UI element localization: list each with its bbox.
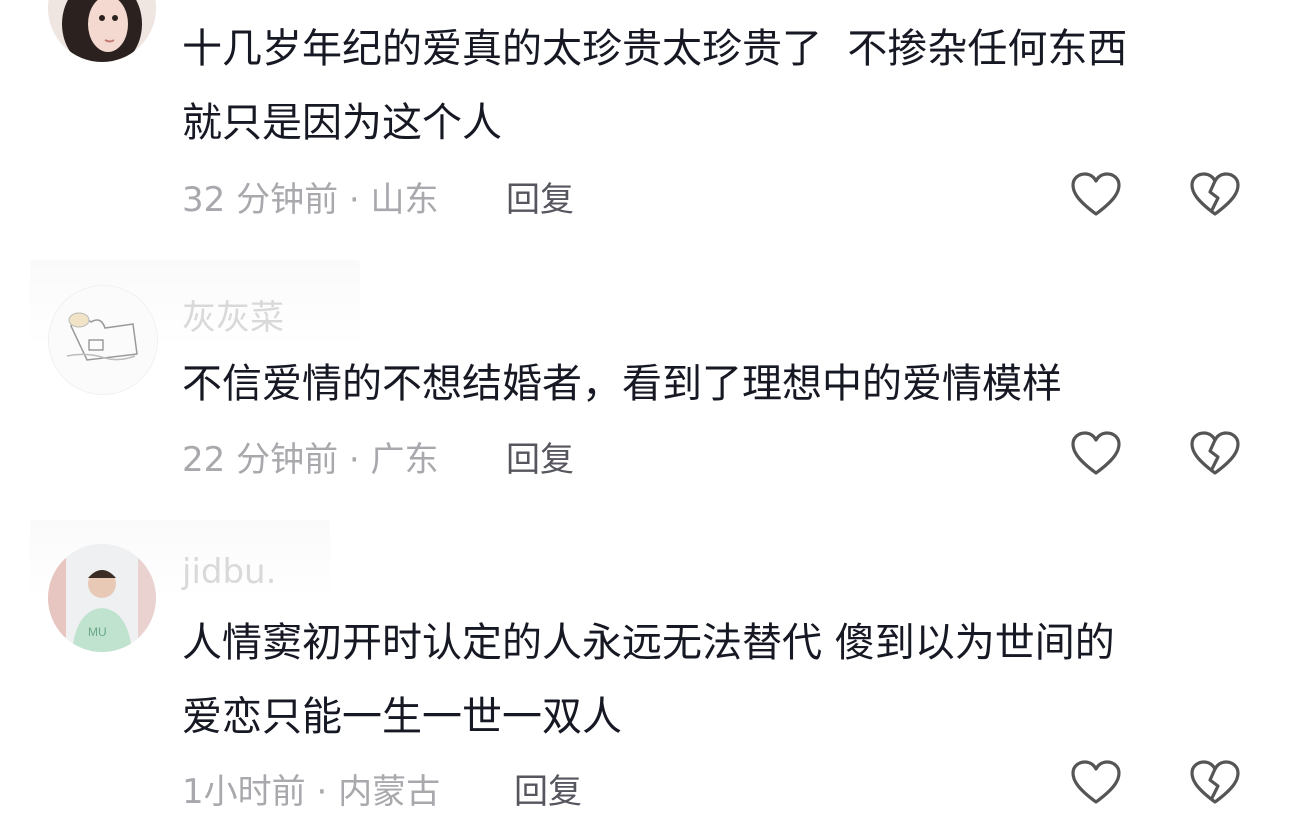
- avatar-image: MU: [48, 544, 156, 652]
- comment-meta: 32 分钟前 · 山东: [182, 172, 439, 221]
- dislike-button[interactable]: [1190, 172, 1240, 218]
- heart-outline-icon: [1071, 172, 1121, 216]
- comment-meta: 22 分钟前 · 广东: [182, 432, 439, 481]
- username[interactable]: 灰灰菜: [182, 290, 284, 339]
- comment-time: 1小时前: [182, 772, 306, 812]
- avatar-image: [48, 0, 156, 62]
- comment-item: MU jidbu. 人情窦初开时认定的人永远无法替代 傻到以为世间的 爱恋只能一…: [0, 520, 1290, 813]
- meta-separator: ·: [305, 772, 339, 812]
- comment-item: 十几岁年纪的爱真的太珍贵太珍贵了 不掺杂任何东西 就只是因为这个人 32 分钟前…: [0, 0, 1290, 250]
- svg-text:MU: MU: [88, 625, 107, 639]
- avatar[interactable]: MU: [48, 544, 156, 652]
- comment-location: 广东: [370, 440, 439, 480]
- avatar[interactable]: [48, 285, 158, 395]
- username[interactable]: jidbu.: [182, 552, 276, 592]
- comment-location: 内蒙古: [338, 772, 441, 812]
- dislike-button[interactable]: [1190, 431, 1240, 477]
- meta-separator: ·: [338, 180, 371, 220]
- like-button[interactable]: [1071, 172, 1121, 218]
- avatar-image: [49, 286, 157, 394]
- heart-outline-icon: [1071, 760, 1121, 804]
- comment-time: 32 分钟前: [182, 180, 339, 220]
- like-button[interactable]: [1071, 760, 1121, 806]
- reply-button[interactable]: 回复: [506, 432, 574, 481]
- comment-text: 人情窦初开时认定的人永远无法替代 傻到以为世间的 爱恋只能一生一世一双人: [182, 620, 1115, 740]
- comment-item: 灰灰菜 不信爱情的不想结婚者，看到了理想中的爱情模样 22 分钟前 · 广东 回…: [0, 260, 1290, 500]
- dislike-button[interactable]: [1190, 760, 1240, 806]
- broken-heart-outline-icon: [1190, 431, 1240, 475]
- comment-text: 不信爱情的不想结婚者，看到了理想中的爱情模样: [182, 361, 1062, 407]
- comment-time: 22 分钟前: [182, 440, 339, 480]
- like-button[interactable]: [1071, 431, 1121, 477]
- comment-text: 十几岁年纪的爱真的太珍贵太珍贵了 不掺杂任何东西 就只是因为这个人: [182, 26, 1128, 146]
- broken-heart-outline-icon: [1190, 760, 1240, 804]
- broken-heart-outline-icon: [1190, 172, 1240, 216]
- heart-outline-icon: [1071, 431, 1121, 475]
- comment-meta: 1小时前 · 内蒙古: [182, 764, 440, 813]
- meta-separator: ·: [338, 440, 371, 480]
- avatar[interactable]: [48, 0, 156, 62]
- reply-button[interactable]: 回复: [514, 764, 582, 813]
- reply-button[interactable]: 回复: [506, 172, 574, 221]
- comment-location: 山东: [370, 180, 439, 220]
